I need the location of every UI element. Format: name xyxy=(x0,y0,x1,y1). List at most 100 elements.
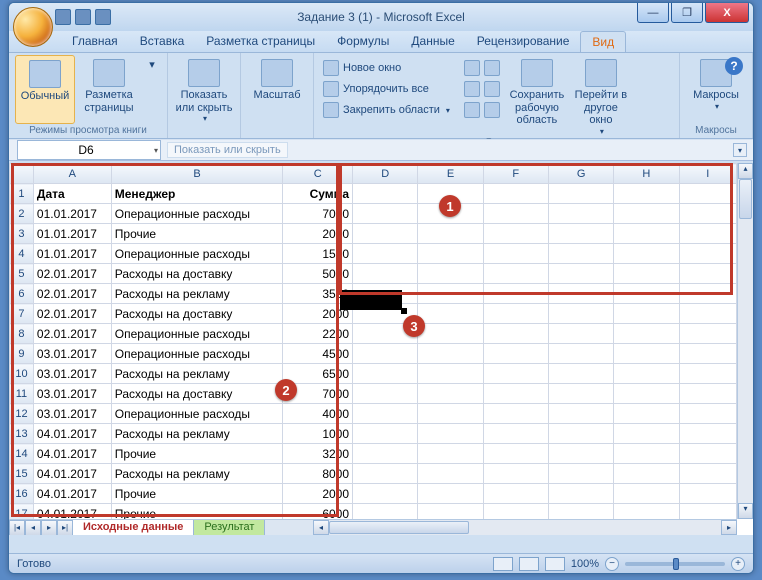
cell[interactable] xyxy=(483,324,548,344)
cell[interactable] xyxy=(353,344,418,364)
cell[interactable]: 03.01.2017 xyxy=(33,384,111,404)
cell[interactable]: 03.01.2017 xyxy=(33,364,111,384)
cell[interactable] xyxy=(548,244,613,264)
cell[interactable] xyxy=(548,424,613,444)
cell[interactable]: 03.01.2017 xyxy=(33,344,111,364)
row-header[interactable]: 16 xyxy=(10,484,34,504)
undo-icon[interactable] xyxy=(75,9,91,25)
cell[interactable] xyxy=(483,264,548,284)
cell[interactable] xyxy=(353,364,418,384)
tab-review[interactable]: Рецензирование xyxy=(466,31,581,52)
cell[interactable] xyxy=(353,464,418,484)
row-header[interactable]: 10 xyxy=(10,364,34,384)
zoom-slider[interactable] xyxy=(625,562,725,566)
cell[interactable] xyxy=(614,464,679,484)
cell[interactable] xyxy=(548,484,613,504)
table-row[interactable]: 1504.01.2017Расходы на рекламу8000 xyxy=(10,464,737,484)
cell[interactable] xyxy=(483,204,548,224)
cell[interactable]: 6000 xyxy=(283,504,353,520)
cell[interactable] xyxy=(418,304,483,324)
cell[interactable] xyxy=(614,484,679,504)
zoom-button[interactable]: Масштаб xyxy=(247,55,307,124)
col-header-i[interactable]: I xyxy=(679,164,736,184)
cell[interactable]: Прочие xyxy=(111,444,283,464)
cell[interactable]: Операционные расходы xyxy=(111,324,283,344)
cell[interactable] xyxy=(483,344,548,364)
cell[interactable]: 02.01.2017 xyxy=(33,264,111,284)
cell[interactable] xyxy=(679,424,736,444)
cell[interactable] xyxy=(614,364,679,384)
cell[interactable] xyxy=(614,324,679,344)
sheet-tab-source[interactable]: Исходные данные xyxy=(72,520,194,536)
cell[interactable] xyxy=(353,224,418,244)
cell[interactable] xyxy=(614,384,679,404)
cell[interactable] xyxy=(679,224,736,244)
cell[interactable]: 04.01.2017 xyxy=(33,504,111,520)
cell[interactable]: 8000 xyxy=(283,464,353,484)
cell[interactable] xyxy=(418,424,483,444)
cell[interactable] xyxy=(614,204,679,224)
cell[interactable]: 01.01.2017 xyxy=(33,204,111,224)
cell[interactable]: 04.01.2017 xyxy=(33,464,111,484)
cell[interactable] xyxy=(353,264,418,284)
cell[interactable] xyxy=(679,204,736,224)
cell[interactable] xyxy=(548,264,613,284)
cell[interactable] xyxy=(548,444,613,464)
cell[interactable] xyxy=(353,184,418,204)
zoom-thumb[interactable] xyxy=(673,558,679,570)
save-icon[interactable] xyxy=(55,9,71,25)
sheet-tab-result[interactable]: Результат xyxy=(193,520,265,536)
cell[interactable] xyxy=(418,244,483,264)
views-more-button[interactable]: ▾ xyxy=(143,55,161,124)
save-workspace-button[interactable]: Сохранить рабочую область xyxy=(507,55,567,136)
cell[interactable] xyxy=(483,424,548,444)
cell[interactable] xyxy=(548,304,613,324)
table-row[interactable]: 502.01.2017Расходы на доставку5000 xyxy=(10,264,737,284)
help-icon[interactable]: ? xyxy=(725,57,743,75)
col-header-c[interactable]: C xyxy=(283,164,353,184)
redo-icon[interactable] xyxy=(95,9,111,25)
cell[interactable] xyxy=(418,384,483,404)
col-header-g[interactable]: G xyxy=(548,164,613,184)
table-row[interactable]: 201.01.2017Операционные расходы7000 xyxy=(10,204,737,224)
table-row[interactable]: 1ДатаМенеджерСумма xyxy=(10,184,737,204)
col-header-h[interactable]: H xyxy=(614,164,679,184)
cell[interactable] xyxy=(483,244,548,264)
cell[interactable] xyxy=(548,284,613,304)
cell[interactable] xyxy=(418,284,483,304)
cell[interactable] xyxy=(483,444,548,464)
cell[interactable]: 2000 xyxy=(283,224,353,244)
cell[interactable] xyxy=(679,244,736,264)
vscroll-thumb[interactable] xyxy=(739,179,752,219)
maximize-button[interactable]: ❐ xyxy=(671,3,703,23)
horizontal-scrollbar[interactable]: ◂ ▸ xyxy=(313,519,737,535)
scroll-down-button[interactable]: ▾ xyxy=(738,503,753,519)
cell[interactable] xyxy=(614,404,679,424)
cell[interactable]: Расходы на рекламу xyxy=(111,424,283,444)
active-cell-d6[interactable] xyxy=(340,290,402,310)
tab-formulas[interactable]: Формулы xyxy=(326,31,400,52)
page-layout-button[interactable]: Разметка страницы xyxy=(79,55,139,124)
view-normal-icon[interactable] xyxy=(493,557,513,571)
cell[interactable]: 02.01.2017 xyxy=(33,284,111,304)
scroll-right-button[interactable]: ▸ xyxy=(721,520,737,535)
cell[interactable]: 7000 xyxy=(283,204,353,224)
cell[interactable] xyxy=(353,404,418,424)
cell[interactable] xyxy=(548,384,613,404)
cell[interactable] xyxy=(679,364,736,384)
hscroll-thumb[interactable] xyxy=(329,521,469,534)
cell[interactable] xyxy=(483,484,548,504)
cell[interactable] xyxy=(614,304,679,324)
cell[interactable] xyxy=(679,284,736,304)
table-row[interactable]: 802.01.2017Операционные расходы2200 xyxy=(10,324,737,344)
table-row[interactable]: 1203.01.2017Операционные расходы4000 xyxy=(10,404,737,424)
cell[interactable] xyxy=(614,184,679,204)
tab-insert[interactable]: Вставка xyxy=(129,31,196,52)
cell[interactable]: 02.01.2017 xyxy=(33,304,111,324)
view-pagebreak-icon[interactable] xyxy=(545,557,565,571)
cell[interactable]: 1000 xyxy=(283,424,353,444)
cell[interactable]: 3200 xyxy=(283,444,353,464)
chevron-down-icon[interactable]: ▾ xyxy=(154,146,158,155)
cell[interactable] xyxy=(548,224,613,244)
col-header-f[interactable]: F xyxy=(483,164,548,184)
